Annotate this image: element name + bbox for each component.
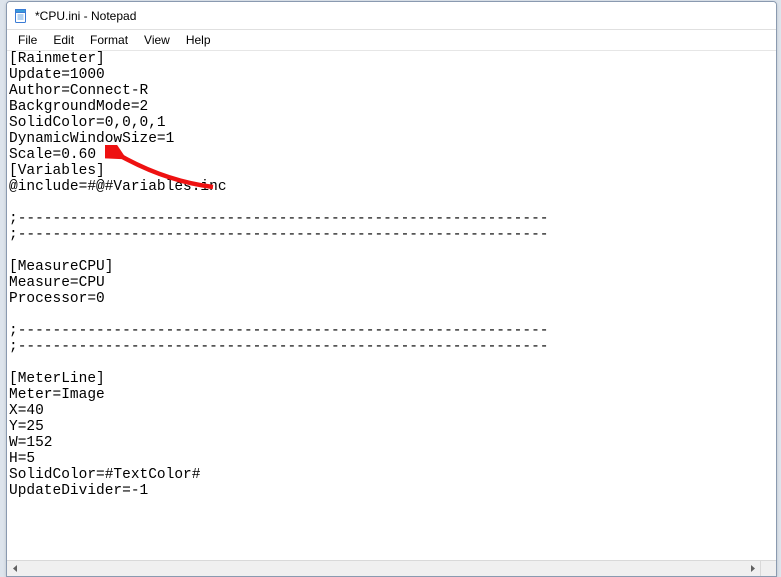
- text-editor[interactable]: [Rainmeter] Update=1000 Author=Connect-R…: [7, 51, 776, 560]
- scroll-left-icon[interactable]: [7, 562, 23, 576]
- editor-area: [Rainmeter] Update=1000 Author=Connect-R…: [7, 50, 776, 576]
- menu-edit[interactable]: Edit: [46, 32, 81, 48]
- notepad-icon: [13, 8, 29, 24]
- menubar: File Edit Format View Help: [7, 30, 776, 50]
- window-title: *CPU.ini - Notepad: [35, 9, 136, 23]
- menu-file[interactable]: File: [11, 32, 44, 48]
- scrollbar-corner: [760, 560, 776, 576]
- menu-help[interactable]: Help: [179, 32, 218, 48]
- menu-format[interactable]: Format: [83, 32, 135, 48]
- horizontal-scrollbar[interactable]: [7, 560, 760, 576]
- scroll-track[interactable]: [23, 562, 744, 576]
- notepad-window: *CPU.ini - Notepad File Edit Format View…: [6, 1, 777, 577]
- scroll-right-icon[interactable]: [744, 562, 760, 576]
- menu-view[interactable]: View: [137, 32, 177, 48]
- titlebar[interactable]: *CPU.ini - Notepad: [7, 2, 776, 30]
